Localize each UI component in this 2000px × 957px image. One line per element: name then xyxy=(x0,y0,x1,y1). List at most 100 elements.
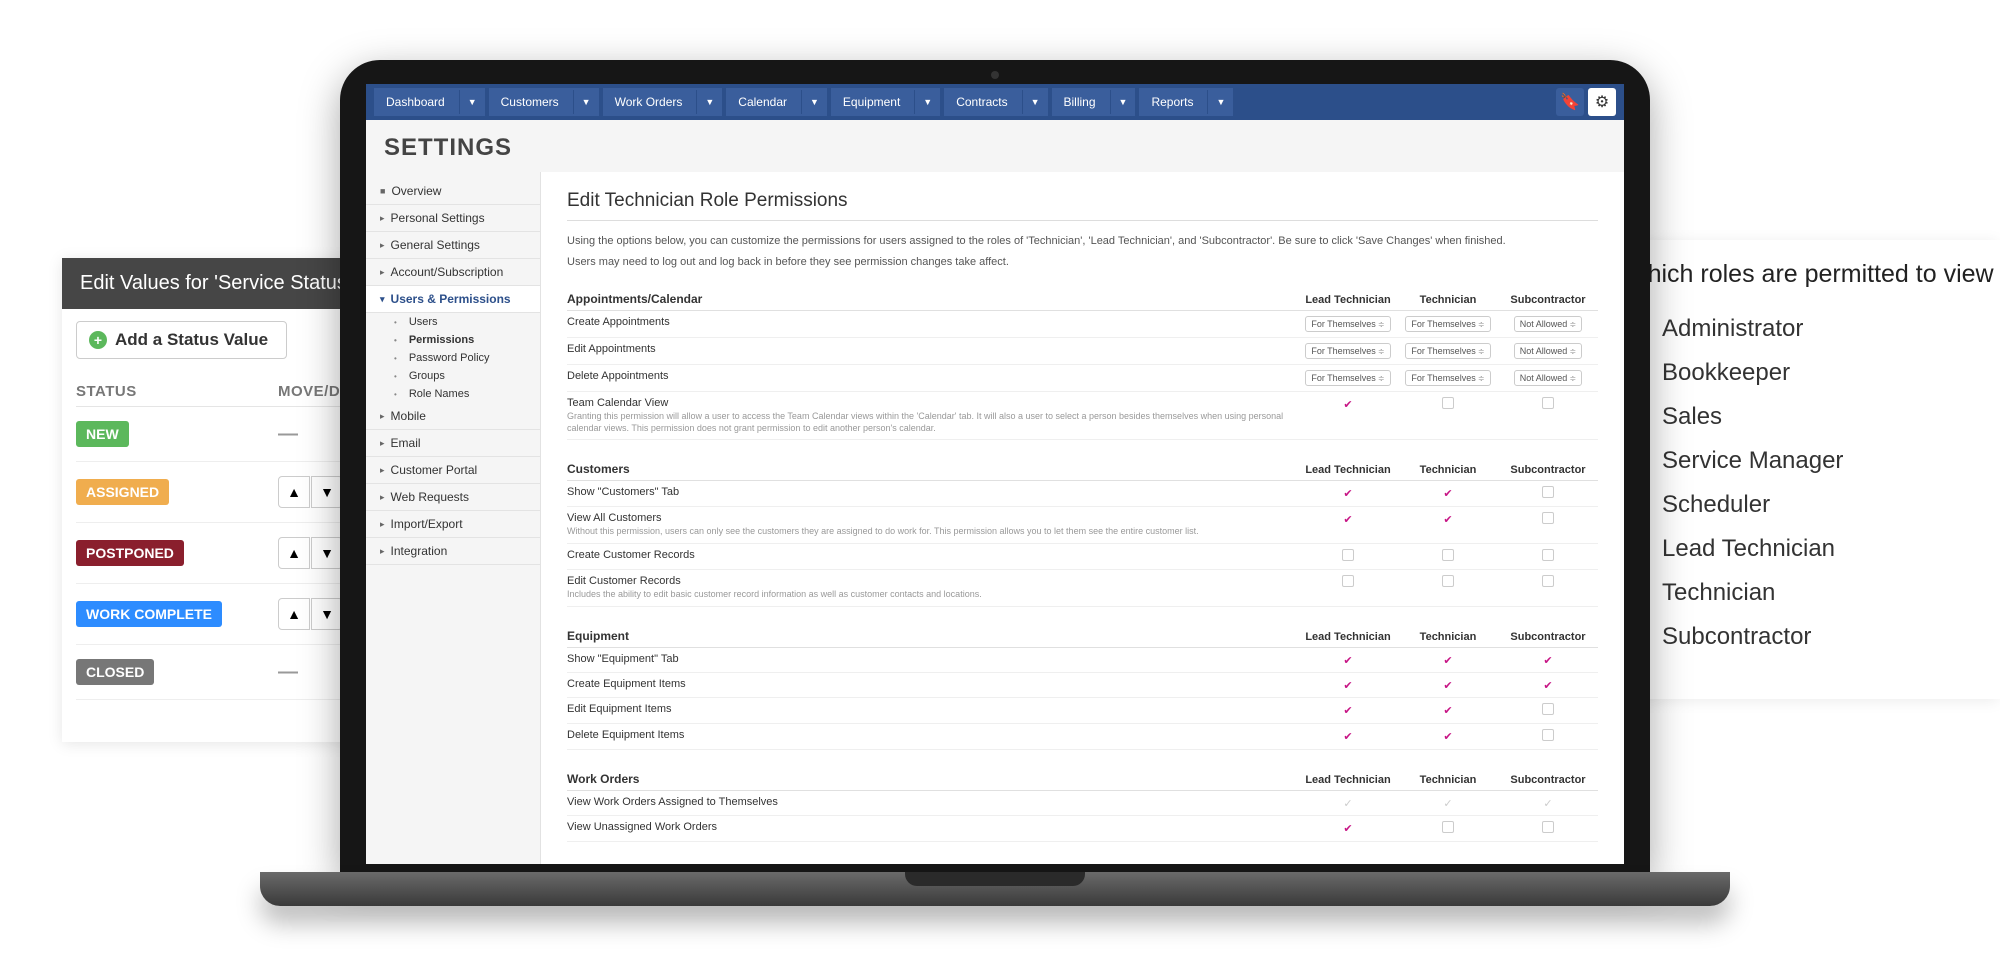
nav-item-contracts[interactable]: Contracts▼ xyxy=(944,88,1047,116)
role-item[interactable]: Administrator xyxy=(1624,307,1976,351)
perm-cell xyxy=(1398,821,1498,836)
chevron-down-icon[interactable]: ▼ xyxy=(801,90,827,114)
perm-select[interactable]: Not Allowed xyxy=(1514,343,1582,359)
perm-checkbox[interactable] xyxy=(1442,653,1454,665)
nav-item-calendar[interactable]: Calendar▼ xyxy=(726,88,827,116)
role-label: Technician xyxy=(1662,579,1775,607)
perm-select[interactable]: For Themselves xyxy=(1305,343,1390,359)
sidebar-item-personal-settings[interactable]: ▸Personal Settings xyxy=(366,205,540,232)
perm-checkbox[interactable] xyxy=(1442,549,1454,561)
add-status-button[interactable]: + Add a Status Value xyxy=(76,321,287,359)
perm-checkbox[interactable] xyxy=(1442,486,1454,498)
perm-select[interactable]: Not Allowed xyxy=(1514,316,1582,332)
nav-item-work-orders[interactable]: Work Orders▼ xyxy=(603,88,723,116)
perm-checkbox[interactable] xyxy=(1542,512,1554,524)
sidebar-item-users-permissions[interactable]: ▾Users & Permissions xyxy=(366,286,540,313)
perm-select[interactable]: For Themselves xyxy=(1305,370,1390,386)
perm-select[interactable]: For Themselves xyxy=(1305,316,1390,332)
sidebar-sub-groups[interactable]: Groups xyxy=(366,367,540,385)
sidebar-item-web-requests[interactable]: ▸Web Requests xyxy=(366,484,540,511)
sidebar-item-general-settings[interactable]: ▸General Settings xyxy=(366,232,540,259)
role-item[interactable]: Sales xyxy=(1624,395,1976,439)
perm-checkbox[interactable] xyxy=(1342,486,1354,498)
role-item[interactable]: Subcontractor xyxy=(1624,615,1976,659)
chevron-down-icon[interactable]: ▼ xyxy=(459,90,485,114)
perm-checkbox[interactable] xyxy=(1342,678,1354,690)
perm-checkbox[interactable] xyxy=(1342,549,1354,561)
perm-checkbox[interactable] xyxy=(1442,397,1454,409)
nav-item-equipment[interactable]: Equipment▼ xyxy=(831,88,940,116)
perm-checkbox[interactable] xyxy=(1442,703,1454,715)
chevron-down-icon[interactable]: ▼ xyxy=(573,90,599,114)
chevron-down-icon[interactable]: ▼ xyxy=(914,90,940,114)
sidebar-item-import-export[interactable]: ▸Import/Export xyxy=(366,511,540,538)
perm-cell xyxy=(1498,575,1598,590)
move-up-button[interactable]: ▲ xyxy=(278,476,310,508)
perm-checkbox[interactable] xyxy=(1442,729,1454,741)
chevron-down-icon[interactable]: ▼ xyxy=(1022,90,1048,114)
role-item[interactable]: Service Manager xyxy=(1624,439,1976,483)
perm-select[interactable]: For Themselves xyxy=(1405,316,1490,332)
perm-checkbox[interactable] xyxy=(1342,397,1354,409)
role-item[interactable]: Bookkeeper xyxy=(1624,351,1976,395)
sidebar-item-mobile[interactable]: ▸Mobile xyxy=(366,403,540,430)
perm-checkbox[interactable] xyxy=(1342,575,1354,587)
perm-select[interactable]: For Themselves xyxy=(1405,343,1490,359)
sidebar-label: Customer Portal xyxy=(391,463,478,477)
nav-item-dashboard[interactable]: Dashboard▼ xyxy=(374,88,485,116)
sidebar-sub-role-names[interactable]: Role Names xyxy=(366,385,540,403)
move-up-button[interactable]: ▲ xyxy=(278,537,310,569)
perm-checkbox[interactable] xyxy=(1542,703,1554,715)
perm-cell xyxy=(1498,512,1598,527)
perm-checkbox[interactable] xyxy=(1542,653,1554,665)
sidebar-sub-password-policy[interactable]: Password Policy xyxy=(366,349,540,367)
move-down-button[interactable]: ▼ xyxy=(311,537,343,569)
perm-checkbox[interactable] xyxy=(1442,821,1454,833)
move-up-button[interactable]: ▲ xyxy=(278,598,310,630)
sidebar-item-account-subscription[interactable]: ▸Account/Subscription xyxy=(366,259,540,286)
sidebar-label: Web Requests xyxy=(391,490,470,504)
move-down-button[interactable]: ▼ xyxy=(311,598,343,630)
chevron-down-icon[interactable]: ▼ xyxy=(1110,90,1136,114)
perm-checkbox[interactable] xyxy=(1542,729,1554,741)
perm-cell xyxy=(1398,796,1498,810)
perm-checkbox[interactable] xyxy=(1342,729,1354,741)
sidebar-item-integration[interactable]: ▸Integration xyxy=(366,538,540,565)
perm-checkbox[interactable] xyxy=(1442,575,1454,587)
gear-icon[interactable]: ⚙ xyxy=(1588,88,1616,116)
perm-checkbox[interactable] xyxy=(1342,703,1354,715)
sidebar-sub-users[interactable]: Users xyxy=(366,313,540,331)
perm-col-header: Technician xyxy=(1398,464,1498,476)
perm-checkbox[interactable] xyxy=(1342,821,1354,833)
nav-item-customers[interactable]: Customers▼ xyxy=(489,88,599,116)
perm-checkbox[interactable] xyxy=(1542,397,1554,409)
perm-checkbox[interactable] xyxy=(1342,653,1354,665)
role-item[interactable]: Technician xyxy=(1624,571,1976,615)
nav-item-billing[interactable]: Billing▼ xyxy=(1052,88,1136,116)
sidebar-sub-permissions[interactable]: Permissions xyxy=(366,331,540,349)
perm-select[interactable]: Not Allowed xyxy=(1514,370,1582,386)
perm-checkbox[interactable] xyxy=(1542,575,1554,587)
perm-cell: For Themselves xyxy=(1398,370,1498,386)
perm-select[interactable]: For Themselves xyxy=(1405,370,1490,386)
nav-item-reports[interactable]: Reports▼ xyxy=(1139,88,1233,116)
sidebar-item-customer-portal[interactable]: ▸Customer Portal xyxy=(366,457,540,484)
perm-label: Team Calendar ViewGranting this permissi… xyxy=(567,397,1298,434)
sidebar-item-email[interactable]: ▸Email xyxy=(366,430,540,457)
perm-checkbox[interactable] xyxy=(1342,512,1354,524)
perm-section: EquipmentLead TechnicianTechnicianSubcon… xyxy=(567,629,1598,750)
perm-checkbox[interactable] xyxy=(1542,549,1554,561)
chevron-down-icon[interactable]: ▼ xyxy=(696,90,722,114)
role-item[interactable]: Scheduler xyxy=(1624,483,1976,527)
perm-checkbox[interactable] xyxy=(1542,486,1554,498)
perm-checkbox[interactable] xyxy=(1442,512,1454,524)
status-col-header: STATUS xyxy=(76,383,278,400)
bookmark-icon[interactable]: 🔖 xyxy=(1556,88,1584,116)
move-down-button[interactable]: ▼ xyxy=(311,476,343,508)
perm-checkbox[interactable] xyxy=(1442,678,1454,690)
role-item[interactable]: Lead Technician xyxy=(1624,527,1976,571)
sidebar-item-overview[interactable]: ■Overview xyxy=(366,178,540,205)
perm-checkbox[interactable] xyxy=(1542,678,1554,690)
perm-checkbox[interactable] xyxy=(1542,821,1554,833)
chevron-down-icon[interactable]: ▼ xyxy=(1207,90,1233,114)
